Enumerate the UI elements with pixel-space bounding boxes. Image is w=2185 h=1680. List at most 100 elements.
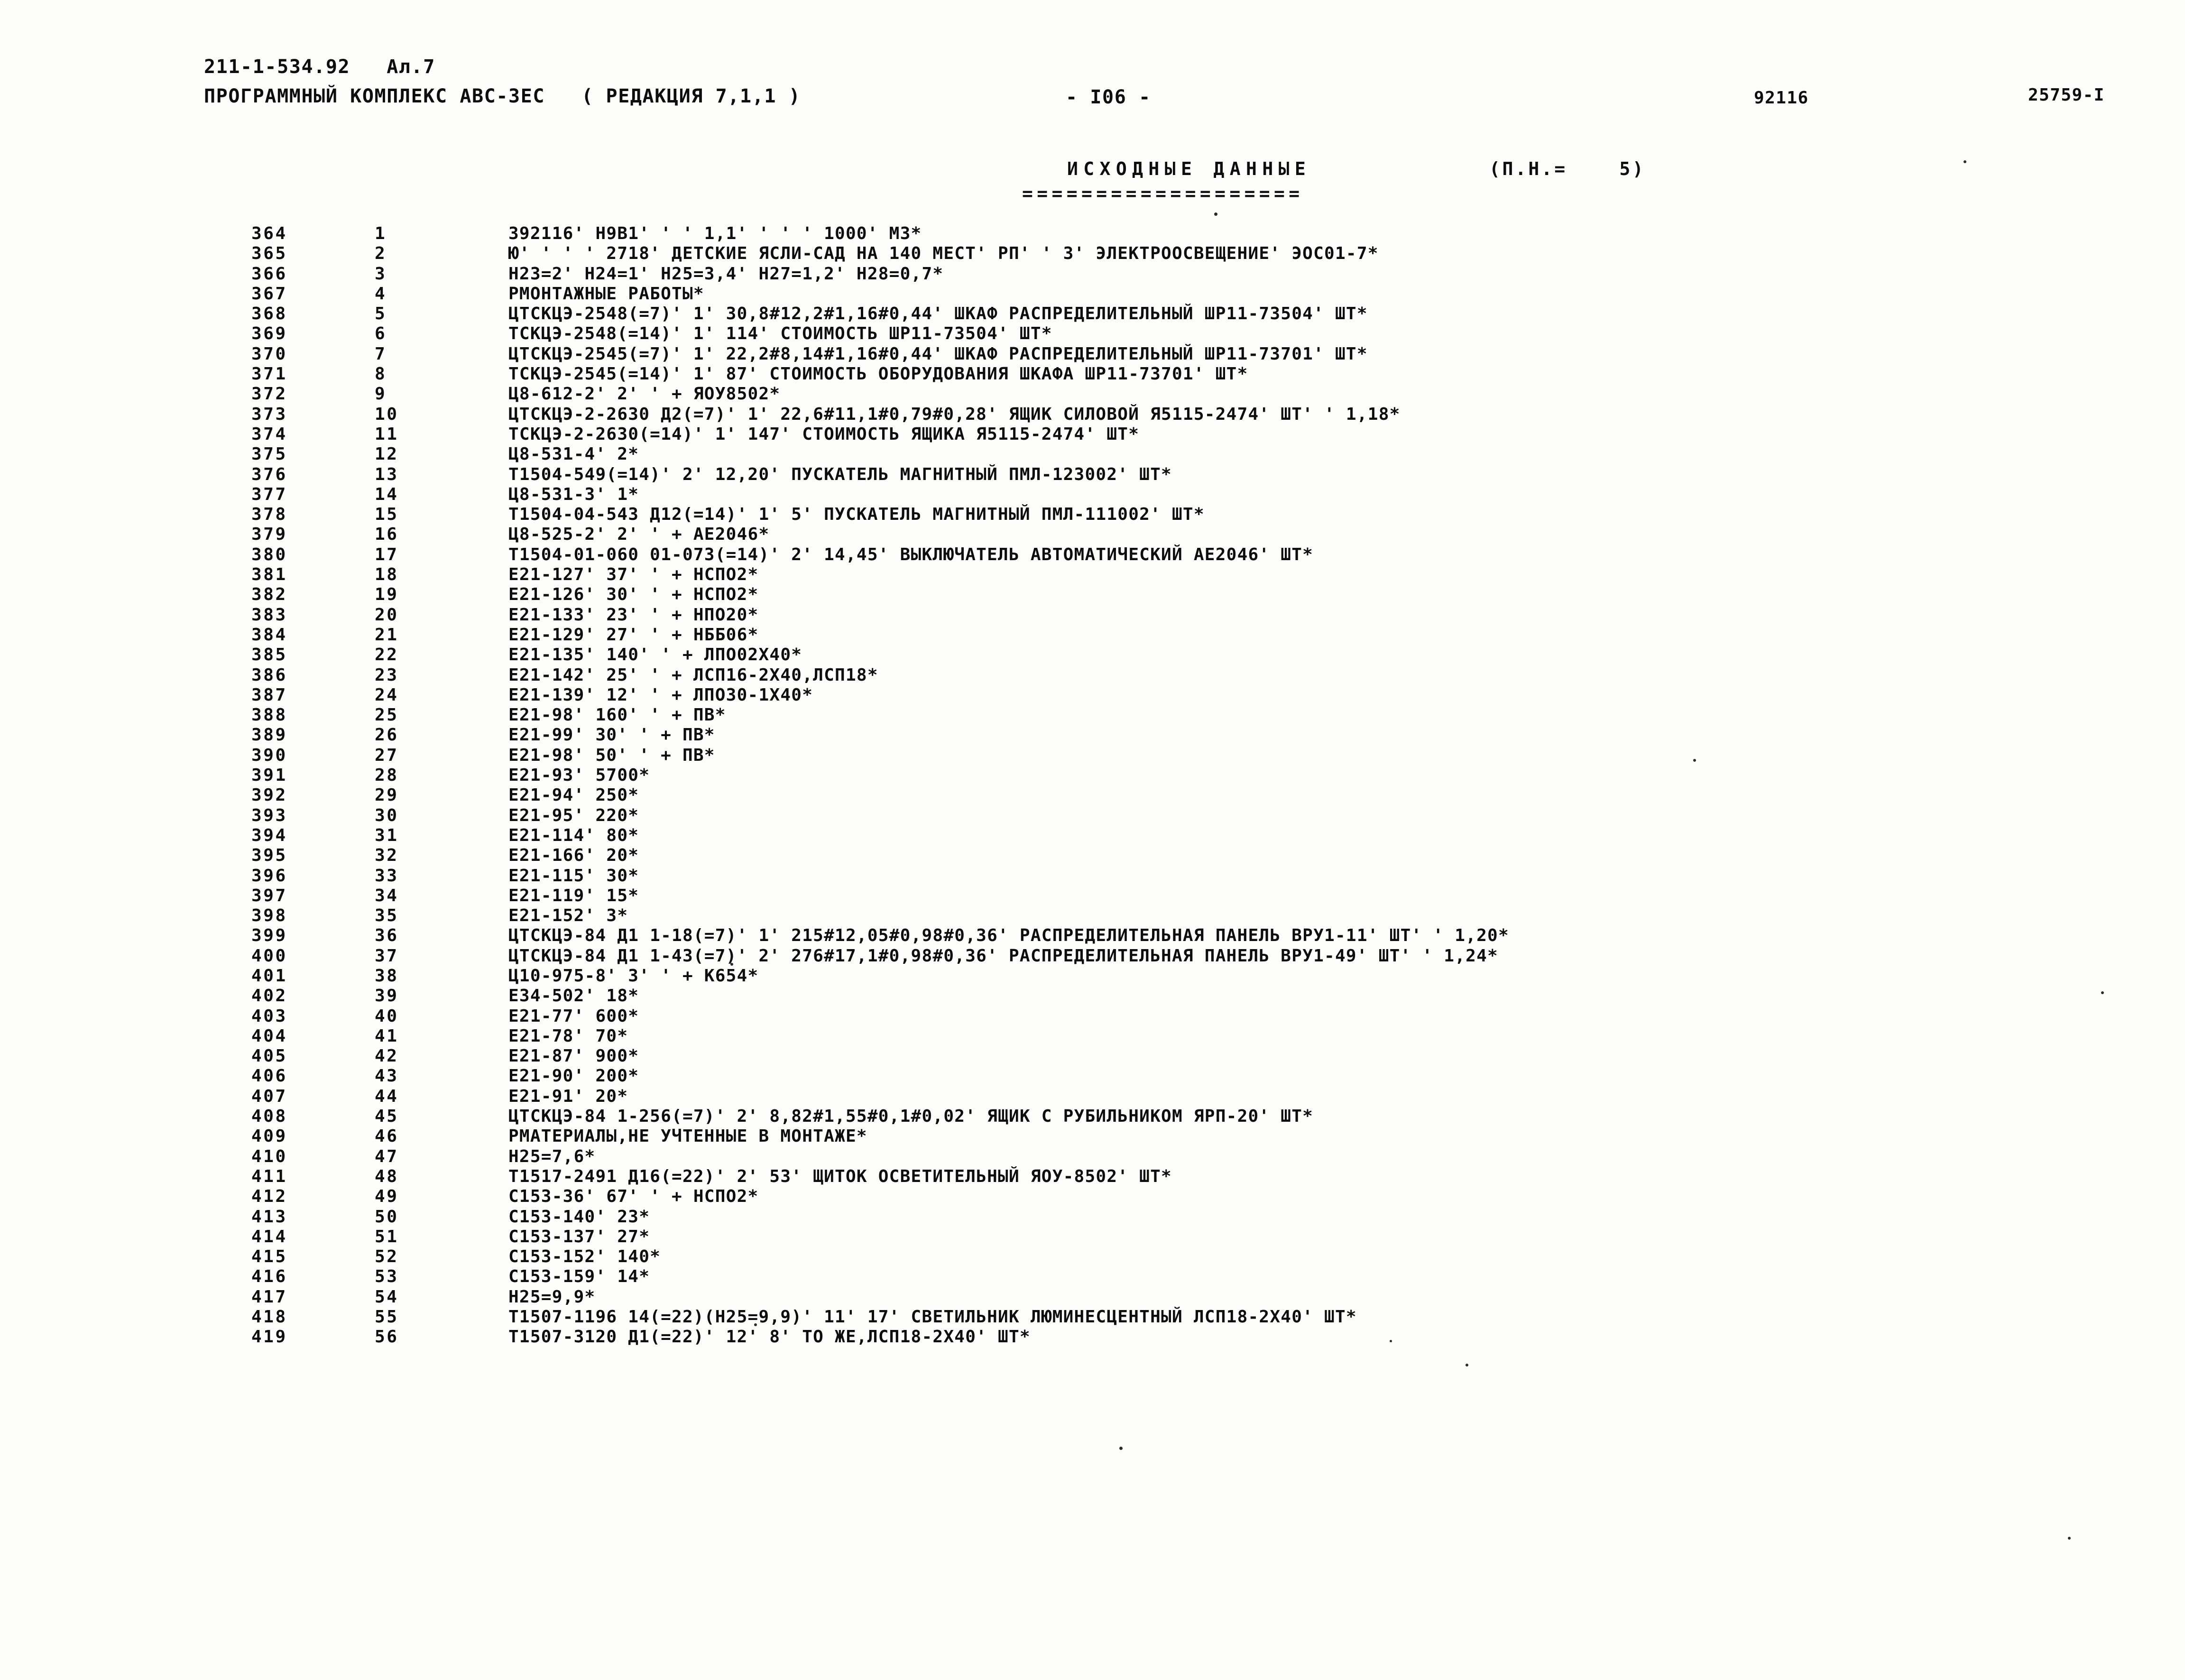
listing-row: 377 14 Ц8-531-3' 1*: [0, 485, 2185, 505]
listing-row: 387 24 Е21-139' 12' ' + ЛПО30-1Х40*: [0, 685, 2185, 705]
listing-sequence-number: 30: [375, 805, 399, 825]
listing-row: 367 4 РМОНТАЖНЫЕ РАБОТЫ*: [0, 284, 2185, 304]
listing-record-text: Т1517-2491 Д16(=22)' 2' 53' ЩИТОК ОСВЕТИ…: [508, 1166, 1172, 1186]
listing-sequence-number: 42: [375, 1046, 399, 1066]
listing-row: 389 26 Е21-99' 30' ' + ПВ*: [0, 725, 2185, 745]
sheet-number: 25759-I: [2028, 85, 2105, 105]
listing-row: 370 7 ЦТСКЦЭ-2545(=7)' 1' 22,2#8,14#1,16#0…: [0, 344, 2185, 364]
listing-row: 399 36 ЦТСКЦЭ-84 Д1 1-18(=7)' 1' 215#12,05…: [0, 926, 2185, 946]
listing-sequence-number: 54: [375, 1287, 399, 1307]
listing-line-number: 419: [251, 1327, 287, 1347]
listing-sequence-number: 47: [375, 1146, 399, 1166]
data-listing: 364 1 392116' Н9В1' ' ' 1,1' ' ' ' 1000' М…: [0, 224, 2185, 1348]
listing-line-number: 409: [251, 1126, 287, 1146]
listing-row: 398 35 Е21-152' 3*: [0, 906, 2185, 926]
listing-record-text: ТСКЦЭ-2-2630(=14)' 1' 147' СТОИМОСТЬ ЯЩИ…: [508, 424, 1140, 444]
listing-record-text: С153-159' 14*: [508, 1267, 650, 1287]
listing-row: 381 18 Е21-127' 37' ' + НСПО2*: [0, 565, 2185, 585]
listing-row: 404 41 Е21-78' 70*: [0, 1026, 2185, 1046]
listing-line-number: 385: [251, 645, 287, 665]
listing-row: 408 45 ЦТСКЦЭ-84 1-256(=7)' 2' 8,82#1,55#0…: [0, 1107, 2185, 1126]
listing-line-number: 418: [251, 1307, 287, 1327]
listing-sequence-number: 27: [375, 745, 399, 765]
listing-record-text: ЦТСКЦЭ-84 Д1 1-18(=7)' 1' 215#12,05#0,98…: [508, 926, 1509, 946]
listing-record-text: Е21-129' 27' ' + НББ06*: [508, 625, 759, 645]
listing-row: 378 15 Т1504-04-543 Д12(=14)' 1' 5' ПУСКАТ…: [0, 505, 2185, 525]
listing-sequence-number: 4: [375, 284, 387, 304]
listing-sequence-number: 20: [375, 605, 399, 625]
listing-row: 365 2 Ю' ' ' ' 2718' ДЕТСКИЕ ЯСЛИ-САД НА 1…: [0, 244, 2185, 264]
listing-sequence-number: 40: [375, 1006, 399, 1026]
listing-record-text: Н25=9,9*: [508, 1287, 596, 1307]
listing-sequence-number: 48: [375, 1166, 399, 1186]
listing-sequence-number: 33: [375, 866, 399, 886]
listing-line-number: 406: [251, 1066, 287, 1086]
listing-record-text: Е21-94' 250*: [508, 785, 639, 805]
listing-line-number: 416: [251, 1267, 287, 1287]
listing-record-text: ТСКЦЭ-2545(=14)' 1' 87' СТОИМОСТЬ ОБОРУД…: [508, 364, 1248, 384]
listing-row: 401 38 Ц10-975-8' 3' ' + К654*: [0, 966, 2185, 986]
listing-record-text: РМАТЕРИАЛЫ,НЕ УЧТЕННЫЕ В МОНТАЖЕ*: [508, 1126, 867, 1146]
listing-line-number: 381: [251, 565, 287, 585]
listing-line-number: 378: [251, 505, 287, 525]
listing-sequence-number: 17: [375, 545, 399, 564]
listing-record-text: 392116' Н9В1' ' ' 1,1' ' ' ' 1000' М3*: [508, 224, 922, 243]
listing-record-text: Е21-90' 200*: [508, 1066, 639, 1086]
listing-row: 383 20 Е21-133' 23' ' + НПО20*: [0, 605, 2185, 625]
listing-sequence-number: 46: [375, 1126, 399, 1146]
scan-artifact: [1466, 1364, 1468, 1366]
listing-sequence-number: 55: [375, 1307, 399, 1327]
page-number: - I06 -: [1066, 86, 1151, 108]
listing-line-number: 394: [251, 825, 287, 845]
listing-row: 400 37 ЦТСКЦЭ-84 Д1 1-43(=7)' 2' 276#17,1#…: [0, 946, 2185, 966]
listing-record-text: ЦТСКЦЭ-84 Д1 1-43(=7)' 2' 276#17,1#0,98#…: [508, 946, 1498, 966]
listing-row: 409 46 РМАТЕРИАЛЫ,НЕ УЧТЕННЫЕ В МОНТАЖЕ*: [0, 1126, 2185, 1146]
listing-sequence-number: 13: [375, 464, 399, 484]
listing-sequence-number: 19: [375, 585, 399, 605]
listing-line-number: 384: [251, 625, 287, 645]
listing-sequence-number: 37: [375, 946, 399, 966]
listing-line-number: 404: [251, 1026, 287, 1046]
listing-sequence-number: 31: [375, 825, 399, 845]
listing-line-number: 374: [251, 424, 287, 444]
listing-sequence-number: 52: [375, 1247, 399, 1267]
document-page: 211-1-534.92 Ал.7 ПРОГРАММНЫЙ КОМПЛЕКС А…: [0, 0, 2185, 1680]
listing-line-number: 369: [251, 324, 287, 344]
listing-record-text: Е21-133' 23' ' + НПО20*: [508, 605, 759, 625]
listing-line-number: 412: [251, 1187, 287, 1207]
listing-record-text: Т1504-04-543 Д12(=14)' 1' 5' ПУСКАТЕЛЬ М…: [508, 505, 1205, 525]
listing-record-text: С153-137' 27*: [508, 1227, 650, 1246]
listing-row: 384 21 Е21-129' 27' ' + НББ06*: [0, 625, 2185, 645]
listing-line-number: 398: [251, 906, 287, 926]
listing-record-text: ТСКЦЭ-2548(=14)' 1' 114' СТОИМОСТЬ ШР11-…: [508, 324, 1052, 344]
listing-sequence-number: 14: [375, 484, 399, 504]
listing-row: 416 53 С153-159' 14*: [0, 1267, 2185, 1287]
listing-row: 415 52 С153-152' 140*: [0, 1247, 2185, 1267]
listing-line-number: 386: [251, 665, 287, 685]
listing-row: 411 48 Т1517-2491 Д16(=22)' 2' 53' ЩИТОК О…: [0, 1167, 2185, 1187]
listing-line-number: 395: [251, 846, 287, 866]
listing-row: 379 16 Ц8-525-2' 2' ' + АЕ2046*: [0, 525, 2185, 545]
listing-row: 388 25 Е21-98' 160' ' + ПВ*: [0, 705, 2185, 725]
listing-line-number: 367: [251, 284, 287, 304]
listing-record-text: Т1504-01-060 01-073(=14)' 2' 14,45' ВЫКЛ…: [508, 545, 1314, 564]
listing-row: 403 40 Е21-77' 600*: [0, 1006, 2185, 1026]
listing-record-text: Ц8-531-4' 2*: [508, 444, 639, 464]
listing-sequence-number: 18: [375, 565, 399, 585]
listing-line-number: 391: [251, 766, 287, 785]
listing-line-number: 372: [251, 384, 287, 404]
listing-record-text: Е21-98' 160' ' + ПВ*: [508, 705, 726, 725]
listing-line-number: 383: [251, 605, 287, 625]
listing-sequence-number: 53: [375, 1267, 399, 1287]
listing-row: 406 43 Е21-90' 200*: [0, 1066, 2185, 1086]
listing-line-number: 375: [251, 444, 287, 464]
listing-record-text: Т1507-1196 14(=22)(Н25=9,9)' 11' 17' СВЕ…: [508, 1307, 1357, 1327]
scan-artifact: [754, 1323, 757, 1326]
scan-artifact: [2068, 1537, 2071, 1540]
listing-record-text: ЦТСКЦЭ-2545(=7)' 1' 22,2#8,14#1,16#0,44'…: [508, 344, 1368, 364]
listing-line-number: 366: [251, 264, 287, 284]
listing-record-text: Е21-126' 30' ' + НСПО2*: [508, 585, 759, 605]
listing-row: 418 55 Т1507-1196 14(=22)(Н25=9,9)' 11' 17…: [0, 1307, 2185, 1327]
listing-row: 364 1 392116' Н9В1' ' ' 1,1' ' ' ' 1000' М…: [0, 224, 2185, 244]
listing-sequence-number: 3: [375, 264, 387, 284]
